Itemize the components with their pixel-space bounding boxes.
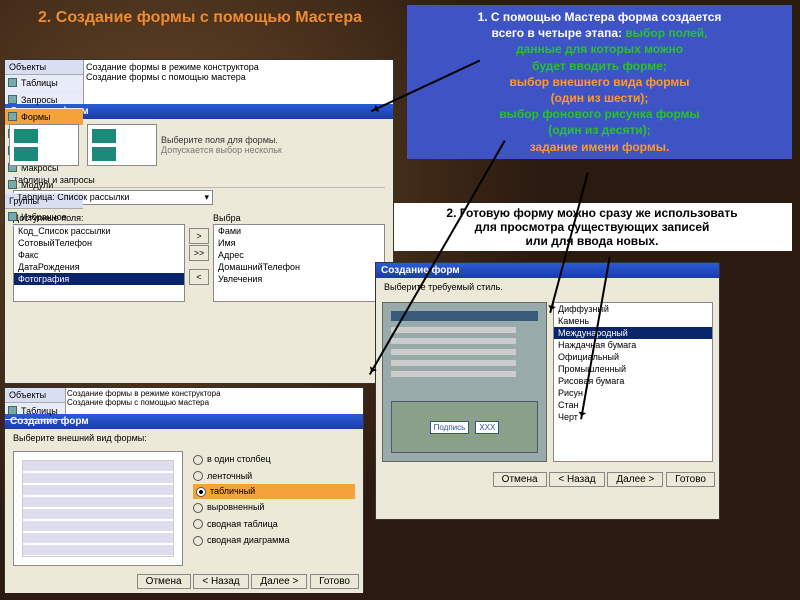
add-all-button[interactable]: >> [189,245,209,261]
sidebar-item-tables[interactable]: Таблицы [5,403,65,420]
layout-option[interactable]: сводная диаграмма [193,532,355,549]
wizard-fields-window: Объекты Таблицы Запросы Формы Отчеты Стр… [4,59,394,384]
layout-option[interactable]: сводная таблица [193,516,355,533]
chevron-down-icon: ▾ [204,192,209,203]
list-item[interactable]: Имя [214,237,384,249]
callout-line: 2. Готовую форму можно сразу же использо… [396,206,788,220]
wizard-illustration-icon [87,124,157,166]
list-item[interactable]: Рисун [554,387,712,399]
list-item[interactable]: Фами [214,225,384,237]
list-item[interactable]: ДатаРождения [14,261,184,273]
sidebar-item-queries[interactable]: Запросы [5,92,83,109]
star-icon [8,212,17,221]
style-preview: Подпись XXX [382,302,547,462]
selected-fields-label: Выбра [213,213,385,223]
list-item[interactable]: Факс [14,249,184,261]
sidebar-item-modules[interactable]: Модули [5,177,83,194]
wizard-buttons: Отмена < Назад Далее > Готово [5,570,363,593]
callout-line: выбор фонового рисунка формы [413,106,786,122]
db-sidebar-small: Объекты Таблицы [5,388,65,414]
sidebar-item-tables[interactable]: Таблицы [5,75,83,92]
list-item[interactable]: Промышленный [554,363,712,375]
wizard-instruction: Выберите внешний вид формы: [5,429,363,447]
callout-line: (один из десяти); [413,122,786,138]
list-item[interactable]: Диффузный [554,303,712,315]
sidebar-item-favorites[interactable]: Избранное [5,209,83,226]
create-designer[interactable]: Создание формы в режиме конструктора [67,389,362,398]
sidebar-header: Объекты [5,60,83,75]
callout-line: выбор внешнего вида формы [413,74,786,90]
wizard-style-window: Создание форм Выберите требуемый стиль. … [375,262,720,520]
finish-button[interactable]: Готово [666,472,715,487]
query-icon [8,95,17,104]
cancel-button[interactable]: Отмена [493,472,547,487]
list-item[interactable]: ДомашнийТелефон [214,261,384,273]
remove-field-button[interactable]: < [189,269,209,285]
layout-option[interactable]: выровненный [193,499,355,516]
cancel-button[interactable]: Отмена [137,574,191,589]
list-item[interactable]: Официальный [554,351,712,363]
list-item[interactable]: Код_Список рассылки [14,225,184,237]
module-icon [8,180,17,189]
list-item[interactable]: Наждачная бумага [554,339,712,351]
next-button[interactable]: Далее > [251,574,307,589]
list-item[interactable]: Стан [554,399,712,411]
list-item[interactable]: Фотография [14,273,184,285]
preview-label: Подпись [430,421,470,434]
callout-line: данные для которых можно [413,41,786,57]
list-item[interactable]: Увлечения [214,273,384,285]
preview-data: XXX [475,421,499,434]
list-item[interactable]: Рисовая бумага [554,375,712,387]
wizard-illustration-icon [9,124,79,166]
layout-options: в один столбец ленточный табличный выров… [193,451,355,566]
wizard-buttons: Отмена < Назад Далее > Готово [376,468,719,491]
db-sidebar: Объекты Таблицы Запросы Формы Отчеты Стр… [5,60,83,104]
form-icon [8,112,17,121]
callout-line: (один из шести); [413,90,786,106]
callout-line: всего в четыре этапа: выбор полей, [413,25,786,41]
layout-option[interactable]: в один столбец [193,451,355,468]
sidebar-header: Объекты [5,388,65,403]
back-button[interactable]: < Назад [549,472,604,487]
layout-preview [13,451,183,566]
list-item[interactable]: Международный [554,327,712,339]
available-fields-list[interactable]: Код_Список рассылки СотовыйТелефон Факс … [13,224,185,302]
wizard-layout-window: Объекты Таблицы Создание формы в режиме … [4,387,364,592]
layout-option[interactable]: ленточный [193,468,355,485]
finish-button[interactable]: Готово [310,574,359,589]
back-button[interactable]: < Назад [193,574,248,589]
create-options-list: Создание формы в режиме конструктора Соз… [83,60,393,104]
next-button[interactable]: Далее > [607,472,663,487]
callout-usage: 2. Готовую форму можно сразу же использо… [392,203,792,251]
callout-line: 1. С помощью Мастера форма создается [413,9,786,25]
table-icon [8,406,17,415]
list-item[interactable]: СотовыйТелефон [14,237,184,249]
layout-option[interactable]: табличный [193,484,355,499]
callout-line: или для ввода новых. [396,234,788,248]
create-wizard[interactable]: Создание формы с помощью мастера [86,72,391,82]
create-designer[interactable]: Создание формы в режиме конструктора [86,62,391,72]
wizard-instruction: Выберите поля для формы. Допускается выб… [161,133,393,157]
callout-steps: 1. С помощью Мастера форма создается все… [407,5,792,159]
list-item[interactable]: Адрес [214,249,384,261]
selected-fields-list[interactable]: Фами Имя Адрес ДомашнийТелефон Увлечения [213,224,385,302]
callout-line: задание имени формы. [413,139,786,155]
style-list[interactable]: Диффузный Камень Международный Наждачная… [553,302,713,462]
list-item[interactable]: Камень [554,315,712,327]
create-wizard[interactable]: Создание формы с помощью мастера [67,398,362,407]
wizard-instruction: Выберите требуемый стиль. [376,278,719,296]
add-field-button[interactable]: > [189,228,209,244]
table-icon [8,78,17,87]
slide-title: 2. Создание формы с помощью Мастера [10,8,390,29]
